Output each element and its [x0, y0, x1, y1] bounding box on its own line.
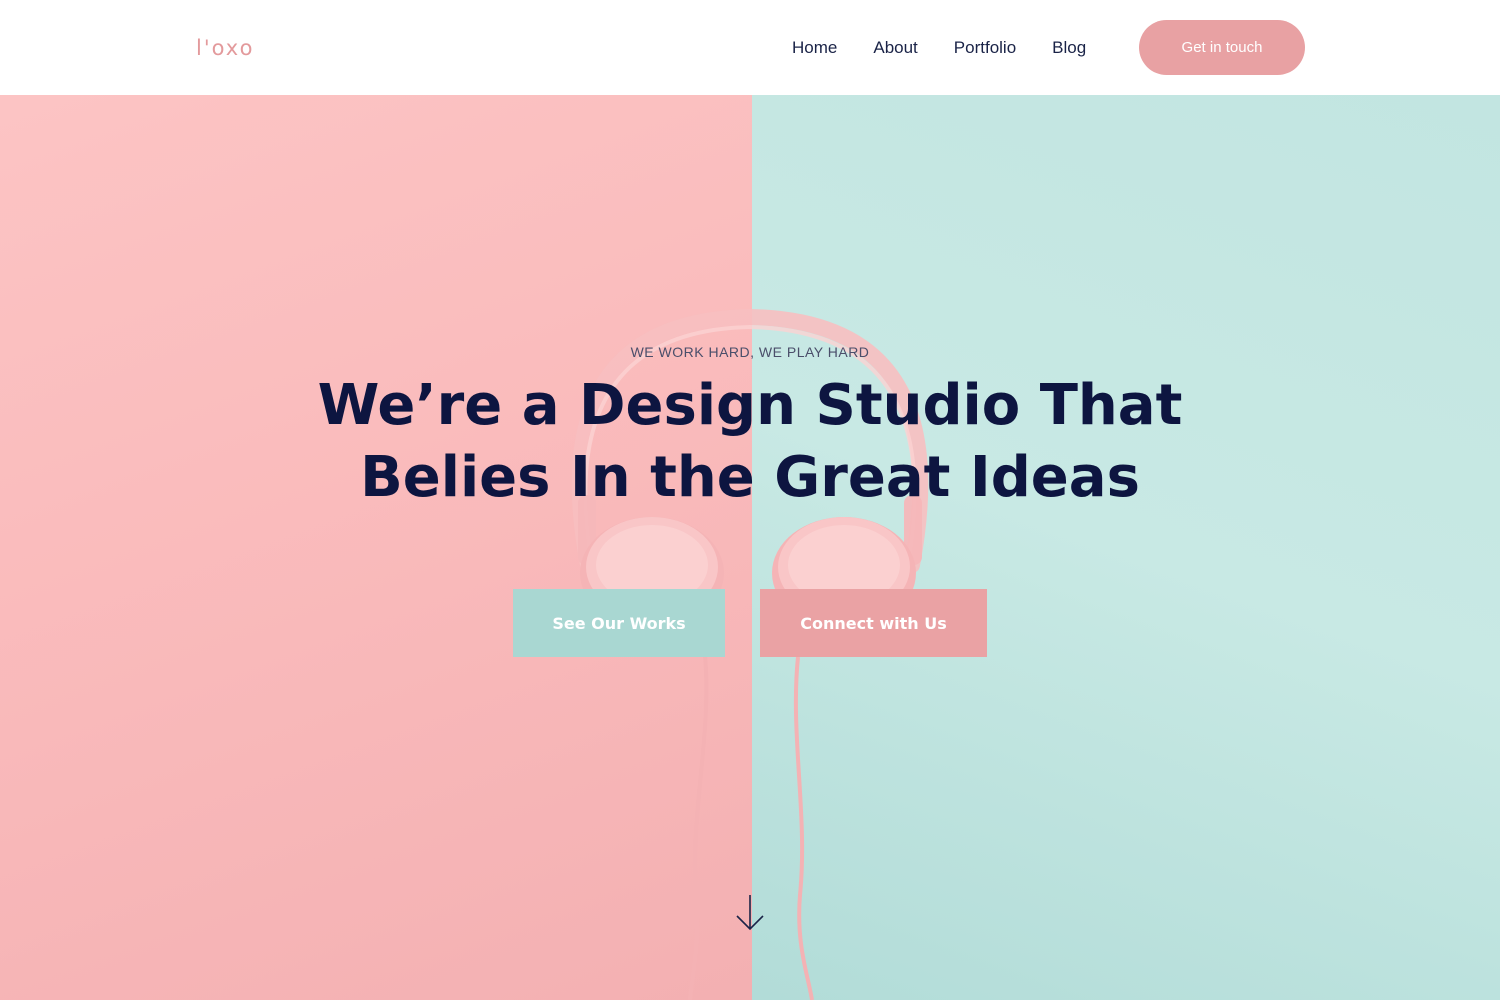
nav-link-home[interactable]: Home: [774, 38, 855, 58]
connect-with-us-button[interactable]: Connect with Us: [760, 589, 987, 657]
see-our-works-button[interactable]: See Our Works: [513, 589, 725, 657]
site-header: l'oxo Home About Portfolio Blog Get in t…: [0, 0, 1500, 95]
headphones-illustration: [571, 308, 929, 1000]
hero-headline: We’re a Design Studio That Belies In the…: [0, 370, 1500, 514]
hero-eyebrow: WE WORK HARD, WE PLAY HARD: [630, 344, 870, 360]
nav-link-about[interactable]: About: [855, 38, 935, 58]
hero-headline-line2: Belies In the Great Ideas: [360, 445, 1140, 510]
nav-link-portfolio[interactable]: Portfolio: [936, 38, 1034, 58]
nav-link-blog[interactable]: Blog: [1034, 38, 1104, 58]
hero-headline-line1: We’re a Design Studio That: [317, 373, 1183, 438]
site-logo[interactable]: l'oxo: [196, 36, 254, 60]
arrow-down-icon[interactable]: [734, 893, 766, 933]
main-nav: Home About Portfolio Blog: [774, 0, 1104, 95]
hero-section: WE WORK HARD, WE PLAY HARD We’re a Desig…: [0, 95, 1500, 1000]
get-in-touch-button[interactable]: Get in touch: [1139, 20, 1305, 75]
